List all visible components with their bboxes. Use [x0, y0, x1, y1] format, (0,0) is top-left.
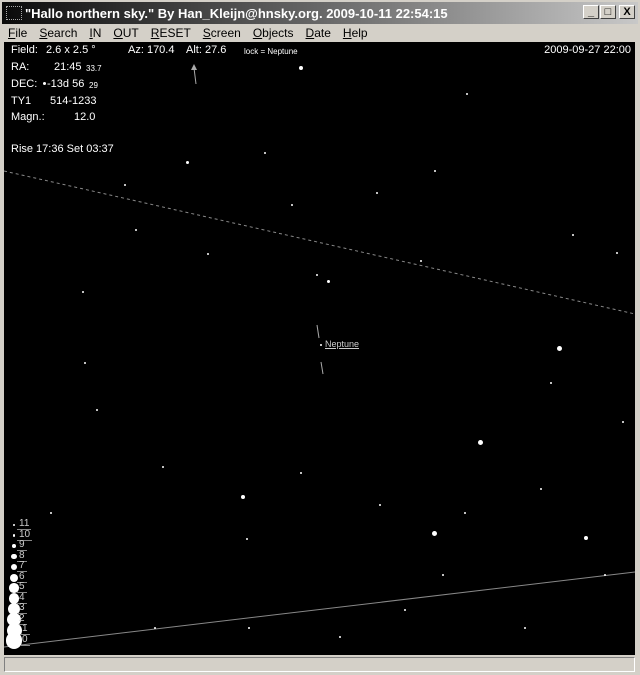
menu-reset[interactable]: RESET [151, 26, 191, 40]
field-value: 2.6 x 2.5 ° [46, 44, 96, 56]
menu-date[interactable]: Date [306, 26, 331, 40]
star [622, 421, 624, 423]
ra-label: RA: [11, 61, 30, 73]
ra-value: 21:45 [54, 61, 82, 73]
star [84, 362, 86, 364]
close-button[interactable]: X [619, 5, 635, 19]
star [299, 66, 303, 70]
menu-objects[interactable]: Objects [253, 26, 294, 40]
magnitude-dot [12, 534, 16, 537]
north-arrow-head [191, 64, 197, 70]
neptune-label[interactable]: Neptune [325, 339, 359, 349]
star [50, 512, 52, 514]
star [246, 538, 248, 540]
star [432, 531, 437, 536]
star [327, 280, 330, 283]
star [43, 82, 46, 85]
date-time: 2009-09-27 22:00 [544, 44, 631, 56]
star [207, 253, 209, 255]
rise-set-times: Rise 17:36 Set 03:37 [11, 143, 114, 155]
magnitude-dot [13, 524, 15, 526]
status-bar [4, 657, 635, 672]
star [540, 488, 542, 490]
magnitude-value: 12.0 [74, 111, 96, 123]
app-icon [6, 6, 22, 20]
star [124, 184, 126, 186]
ecliptic-line [4, 170, 635, 315]
title-bar: "Hallo northern sky." By Han_Kleijn@hnsk… [2, 2, 638, 24]
star [154, 627, 156, 629]
magnitude-dot [11, 553, 17, 560]
window-title: "Hallo northern sky." By Han_Kleijn@hnsk… [25, 5, 448, 21]
magnitude-label: Magn.: [11, 111, 45, 123]
star [162, 466, 164, 468]
dec-seconds: 29 [89, 81, 98, 90]
star [524, 627, 526, 629]
magnitude-dot [12, 544, 16, 548]
star [339, 636, 341, 638]
dec-value: -13d 56 [47, 78, 85, 90]
menu-search[interactable]: Search [39, 26, 77, 40]
star [478, 440, 483, 445]
star [379, 504, 381, 506]
star [248, 627, 250, 629]
azimuth: Az: 170.4 [128, 44, 175, 56]
motion-marker [316, 324, 320, 339]
star [550, 382, 552, 384]
star [96, 409, 98, 411]
menu-out[interactable]: OUT [113, 26, 138, 40]
minimize-button[interactable]: _ [583, 5, 599, 19]
catalog-label: TY1 [11, 95, 32, 107]
star [572, 234, 574, 236]
lock-target: lock = Neptune [244, 47, 298, 56]
star [186, 161, 189, 164]
star [464, 512, 466, 514]
menu-file[interactable]: File [8, 26, 27, 40]
star [420, 260, 422, 262]
star [82, 291, 84, 293]
sky-map[interactable]: Field: 2.6 x 2.5 ° Az: 170.4 Alt: 27.6 l… [4, 42, 635, 655]
motion-marker [320, 361, 324, 375]
maximize-button[interactable]: □ [600, 5, 616, 19]
menu-bar: File Search IN OUT RESET Screen Objects … [2, 24, 638, 42]
horizon-line [4, 571, 635, 648]
star [442, 574, 444, 576]
star [291, 204, 293, 206]
dec-label: DEC: [11, 78, 38, 90]
menu-screen[interactable]: Screen [203, 26, 241, 40]
star [557, 346, 562, 351]
star [135, 229, 137, 231]
magnitude-label: 0 [20, 633, 30, 646]
ra-seconds: 33.7 [86, 64, 102, 73]
star [466, 93, 468, 95]
star [300, 472, 302, 474]
sky-lines [4, 64, 635, 648]
star [584, 536, 588, 540]
field-label: Field: [11, 44, 38, 56]
star [264, 152, 266, 154]
star [316, 274, 318, 276]
star [241, 495, 245, 499]
star [604, 574, 606, 576]
neptune-marker[interactable] [320, 344, 322, 346]
star [404, 609, 406, 611]
star [434, 170, 436, 172]
menu-help[interactable]: Help [343, 26, 368, 40]
star [616, 252, 618, 254]
catalog-id: 514-1233 [50, 95, 97, 107]
star [376, 192, 378, 194]
north-arrow [193, 67, 197, 85]
menu-in[interactable]: IN [89, 26, 101, 40]
altitude: Alt: 27.6 [186, 44, 227, 56]
